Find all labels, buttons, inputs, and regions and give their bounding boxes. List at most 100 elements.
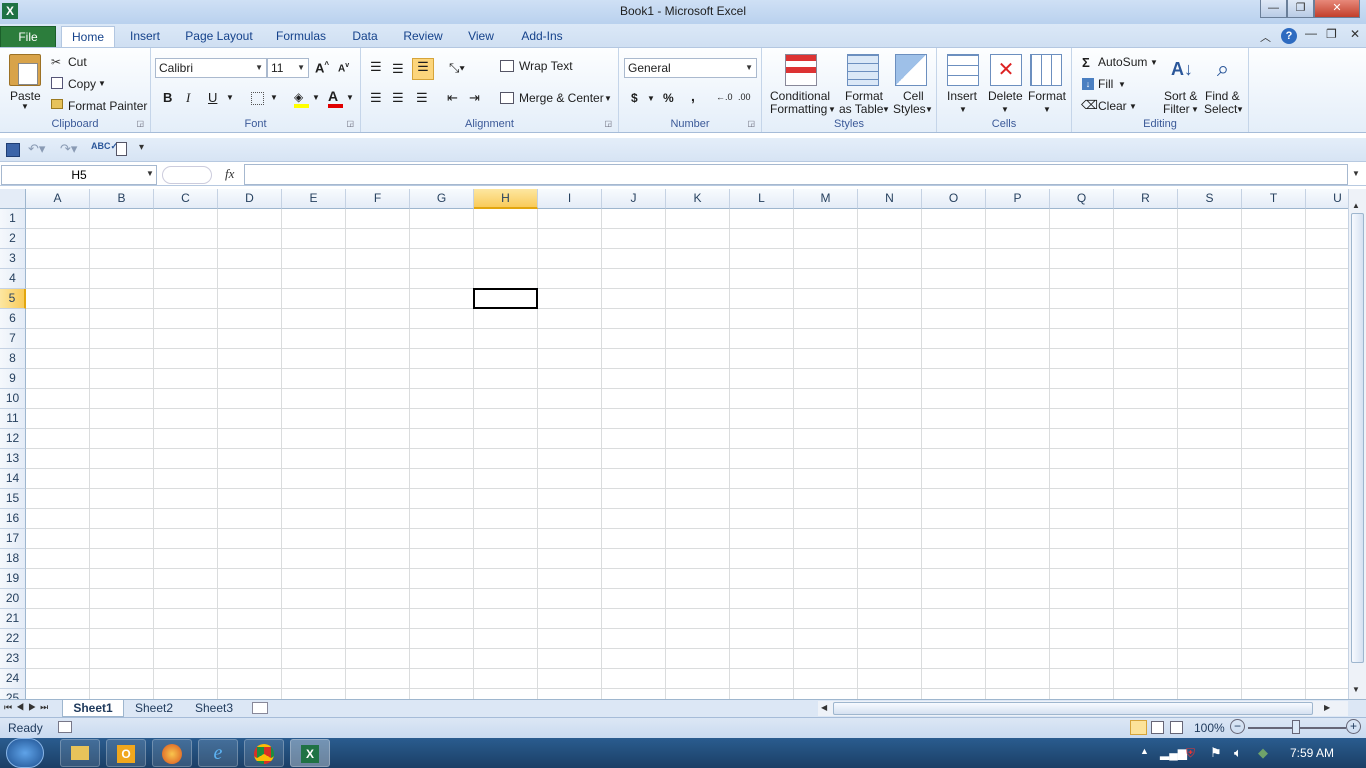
- bold-button[interactable]: B: [163, 90, 172, 105]
- increase-font-size-icon[interactable]: A^: [315, 60, 329, 75]
- vertical-scroll-thumb[interactable]: [1351, 213, 1364, 663]
- normal-view-icon[interactable]: [1130, 720, 1147, 735]
- customize-qat-icon[interactable]: ▾: [139, 142, 144, 153]
- ribbon-minimize-icon[interactable]: ︿: [1260, 29, 1271, 45]
- copy-icon[interactable]: [51, 77, 63, 89]
- select-all-corner[interactable]: [0, 189, 26, 209]
- column-header-q[interactable]: Q: [1050, 189, 1114, 209]
- cell-styles-dropdown-icon[interactable]: ▼: [925, 105, 933, 114]
- format-dropdown-icon[interactable]: ▼: [1043, 105, 1051, 114]
- row-header-10[interactable]: 10: [0, 389, 26, 409]
- fill-color-icon[interactable]: ◈: [294, 90, 309, 108]
- borders-dropdown-icon[interactable]: ▼: [270, 93, 278, 102]
- format-table-dropdown-icon[interactable]: ▼: [882, 105, 890, 114]
- column-header-u[interactable]: U: [1306, 189, 1348, 209]
- sort-filter-icon[interactable]: A↓: [1166, 54, 1198, 86]
- zoom-slider-thumb[interactable]: [1292, 720, 1300, 734]
- macro-record-icon[interactable]: [58, 721, 72, 733]
- row-header-21[interactable]: 21: [0, 609, 26, 629]
- outlook-taskbar-icon[interactable]: O: [106, 739, 146, 767]
- paste-icon[interactable]: [9, 54, 41, 86]
- row-header-5[interactable]: 5: [0, 289, 26, 309]
- row-header-1[interactable]: 1: [0, 209, 26, 229]
- row-header-12[interactable]: 12: [0, 429, 26, 449]
- align-left-icon[interactable]: ☰: [370, 90, 382, 106]
- minimize-button[interactable]: —: [1260, 0, 1287, 18]
- firefox-taskbar-icon[interactable]: [152, 739, 192, 767]
- start-button-icon[interactable]: [6, 738, 44, 768]
- action-center-flag-icon[interactable]: ⚑: [1210, 745, 1222, 761]
- tab-view[interactable]: View: [461, 26, 501, 48]
- underline-button[interactable]: U: [208, 90, 217, 105]
- scroll-right-icon[interactable]: ▶: [1324, 703, 1330, 712]
- help-icon[interactable]: ?: [1281, 28, 1297, 44]
- cell-styles-icon[interactable]: [895, 54, 927, 86]
- conditional-formatting-line2[interactable]: Formatting: [770, 102, 827, 116]
- fill-color-dropdown-icon[interactable]: ▼: [312, 93, 320, 102]
- sheet-tab-sheet2[interactable]: Sheet2: [124, 700, 184, 717]
- autosum-dropdown-icon[interactable]: ▼: [1150, 58, 1158, 67]
- decrease-font-size-icon[interactable]: Av: [338, 62, 349, 74]
- find-dropdown-icon[interactable]: ▼: [1236, 105, 1244, 114]
- insert-function-button[interactable]: fx: [225, 166, 234, 182]
- format-painter-icon[interactable]: [51, 99, 63, 109]
- tab-add-ins[interactable]: Add-Ins: [514, 26, 570, 48]
- merge-center-button[interactable]: Merge & Center: [519, 91, 604, 105]
- column-header-n[interactable]: N: [858, 189, 922, 209]
- undo-icon[interactable]: ↶▾: [28, 141, 45, 157]
- find-select-icon[interactable]: ⌕: [1207, 54, 1239, 86]
- scroll-up-icon[interactable]: ▲: [1352, 201, 1360, 210]
- vertical-scrollbar[interactable]: ▲ ▼: [1348, 189, 1366, 699]
- new-document-icon[interactable]: [116, 142, 127, 156]
- increase-decimal-icon[interactable]: ←.0: [716, 92, 733, 102]
- cut-button[interactable]: Cut: [68, 55, 87, 69]
- fill-button[interactable]: Fill: [1098, 77, 1113, 91]
- insert-dropdown-icon[interactable]: ▼: [959, 105, 967, 114]
- sheet-nav-icon[interactable]: ⏮◀▶⏭: [4, 702, 52, 713]
- italic-button[interactable]: I: [186, 90, 190, 106]
- font-color-icon[interactable]: A: [328, 88, 343, 108]
- row-header-16[interactable]: 16: [0, 509, 26, 529]
- column-header-d[interactable]: D: [218, 189, 282, 209]
- row-header-25[interactable]: 25: [0, 689, 26, 699]
- insert-cells-icon[interactable]: [947, 54, 979, 86]
- formula-input[interactable]: [244, 164, 1348, 185]
- number-launcher-icon[interactable]: ◲: [747, 119, 755, 128]
- horizontal-scrollbar[interactable]: ◀ ▶: [818, 701, 1348, 716]
- explorer-taskbar-icon[interactable]: [60, 739, 100, 767]
- merge-center-icon[interactable]: [500, 92, 514, 104]
- delete-dropdown-icon[interactable]: ▼: [1001, 105, 1009, 114]
- delete-cells-button[interactable]: Delete: [988, 89, 1023, 103]
- format-as-table-line2[interactable]: as Table: [839, 102, 883, 116]
- currency-button[interactable]: $: [631, 91, 638, 105]
- volume-icon[interactable]: 🔈︎: [1234, 745, 1242, 761]
- show-hidden-icons[interactable]: ▲: [1140, 746, 1149, 756]
- cut-icon[interactable]: ✂: [51, 55, 61, 69]
- fill-dropdown-icon[interactable]: ▼: [1118, 80, 1126, 89]
- workbook-close-icon[interactable]: ✕: [1350, 27, 1360, 41]
- row-header-7[interactable]: 7: [0, 329, 26, 349]
- autosum-icon[interactable]: Σ: [1082, 55, 1090, 70]
- cell-styles-line1[interactable]: Cell: [903, 89, 924, 103]
- decrease-decimal-icon[interactable]: .00: [738, 92, 751, 102]
- format-as-table-icon[interactable]: [847, 54, 879, 86]
- row-header-9[interactable]: 9: [0, 369, 26, 389]
- insert-cells-button[interactable]: Insert: [947, 89, 977, 103]
- scroll-down-icon[interactable]: ▼: [1352, 685, 1360, 694]
- alignment-launcher-icon[interactable]: ◲: [604, 119, 612, 128]
- row-header-24[interactable]: 24: [0, 669, 26, 689]
- currency-dropdown-icon[interactable]: ▼: [647, 94, 655, 103]
- clear-dropdown-icon[interactable]: ▼: [1129, 102, 1137, 111]
- number-format-combo[interactable]: General ▼: [624, 58, 757, 78]
- column-header-p[interactable]: P: [986, 189, 1050, 209]
- workbook-restore-icon[interactable]: ❐: [1326, 27, 1337, 41]
- row-header-6[interactable]: 6: [0, 309, 26, 329]
- align-top-icon[interactable]: ☰: [370, 59, 382, 75]
- row-header-8[interactable]: 8: [0, 349, 26, 369]
- sort-filter-line1[interactable]: Sort &: [1164, 89, 1197, 103]
- column-header-s[interactable]: S: [1178, 189, 1242, 209]
- orientation-icon[interactable]: ⤡▾: [449, 60, 465, 76]
- column-header-k[interactable]: K: [666, 189, 730, 209]
- spelling-icon[interactable]: ABC✓: [91, 141, 118, 152]
- find-select-line1[interactable]: Find &: [1205, 89, 1240, 103]
